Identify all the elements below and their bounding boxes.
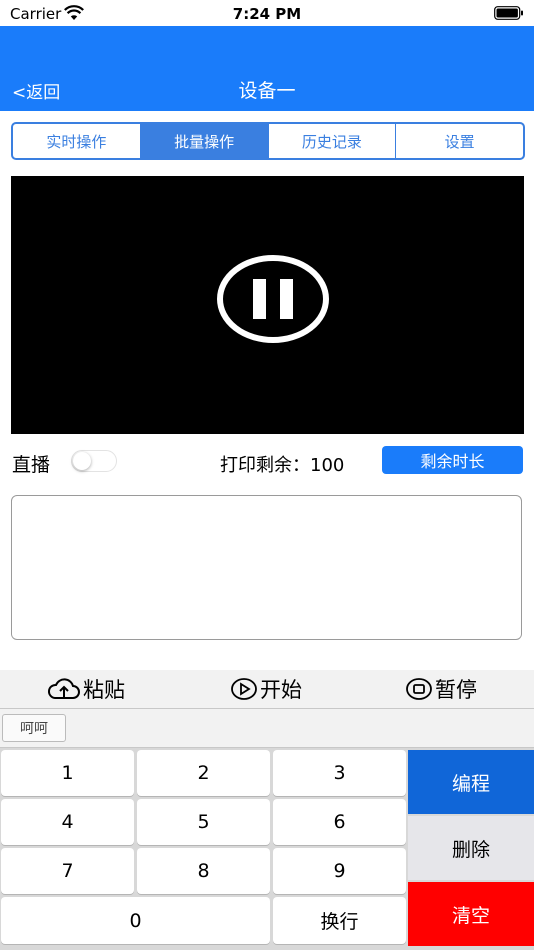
- key-3[interactable]: 3: [273, 750, 406, 796]
- start-button[interactable]: 开始: [230, 675, 302, 703]
- key-4[interactable]: 4: [1, 799, 134, 845]
- page-title: 设备一: [238, 80, 296, 102]
- pause-icon[interactable]: [217, 254, 329, 344]
- live-label: 直播: [12, 454, 51, 476]
- tab-realtime[interactable]: 实时操作: [13, 124, 141, 158]
- mode-segmented-control: 实时操作 批量操作 历史记录 设置: [11, 122, 525, 160]
- live-toggle[interactable]: [71, 450, 117, 472]
- tab-settings[interactable]: 设置: [396, 124, 523, 158]
- program-key[interactable]: 编程: [408, 750, 534, 814]
- play-circle-icon: [231, 678, 257, 700]
- key-7[interactable]: 7: [1, 848, 134, 894]
- status-bar: Carrier 7:24 PM: [0, 0, 534, 26]
- delete-key[interactable]: 删除: [408, 816, 534, 880]
- keypad: 1 2 3 4 5 6 7 8 9 0 换行 编程 删除 清空: [0, 748, 534, 950]
- key-9[interactable]: 9: [273, 848, 406, 894]
- remaining-time-button[interactable]: 剩余时长: [382, 446, 523, 474]
- print-remaining-label: 打印剩余：100: [220, 451, 344, 477]
- command-text-area[interactable]: [11, 495, 522, 640]
- suggestion-chip[interactable]: 呵呵: [2, 714, 66, 742]
- action-bar: 粘贴 开始 暂停: [0, 670, 534, 709]
- tab-history[interactable]: 历史记录: [269, 124, 397, 158]
- print-remaining-value: 100: [310, 455, 345, 476]
- key-8[interactable]: 8: [137, 848, 270, 894]
- start-label: 开始: [260, 678, 302, 702]
- paste-button[interactable]: 粘贴: [47, 675, 125, 703]
- toggle-knob: [73, 452, 91, 470]
- key-6[interactable]: 6: [273, 799, 406, 845]
- key-0[interactable]: 0: [1, 897, 270, 944]
- key-1[interactable]: 1: [1, 750, 134, 796]
- pause-button[interactable]: 暂停: [405, 675, 477, 703]
- newline-key[interactable]: 换行: [273, 897, 406, 944]
- stop-circle-icon: [406, 678, 432, 700]
- battery-icon: [494, 6, 523, 20]
- key-2[interactable]: 2: [137, 750, 270, 796]
- paste-label: 粘贴: [83, 678, 125, 702]
- video-player[interactable]: [11, 176, 524, 434]
- cloud-upload-icon: [48, 678, 80, 699]
- navigation-bar: <返回 设备一: [0, 26, 534, 111]
- clear-key[interactable]: 清空: [408, 882, 534, 946]
- key-5[interactable]: 5: [137, 799, 270, 845]
- print-remaining-caption: 打印剩余：: [220, 455, 310, 476]
- status-time: 7:24 PM: [232, 5, 302, 23]
- pause-label: 暂停: [435, 678, 477, 702]
- suggestion-bar: 呵呵: [0, 709, 534, 748]
- tab-batch[interactable]: 批量操作: [140, 124, 269, 158]
